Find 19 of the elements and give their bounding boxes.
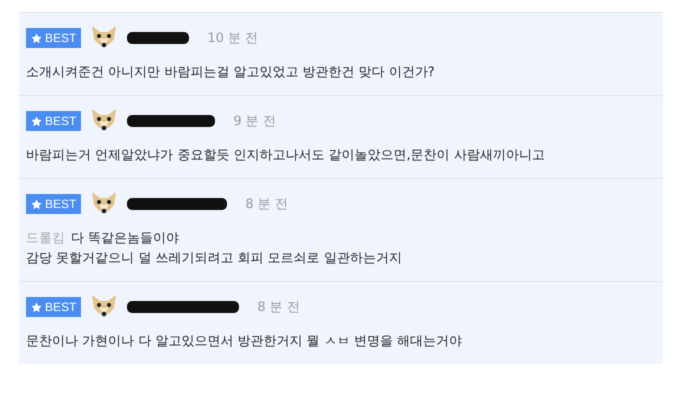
best-badge: BEST — [26, 297, 82, 317]
comment-text: 바람피는거 언제알았냐가 중요할듯 인지하고나서도 같이놀았으면,문찬이 사람새끼아니고 — [26, 148, 545, 163]
comment-time: 10 분 전 — [207, 30, 258, 47]
comment-time: 9 분 전 — [233, 113, 276, 130]
star-icon — [31, 302, 42, 312]
best-badge: BEST — [26, 111, 82, 131]
star-icon — [31, 116, 42, 126]
redaction-mark — [127, 32, 190, 44]
best-badge: BEST — [26, 194, 82, 214]
comment-time: 8 분 전 — [257, 299, 300, 316]
comment-text: 소개시켜준건 아니지만 바람피는걸 알고있었고 방관한건 맞다 이건가? — [26, 65, 435, 80]
comment-text: 문찬이나 가현이나 다 알고있으면서 방관한거지 뭘 ㅅㅂ 변명을 해대는거야 — [26, 334, 462, 349]
best-badge: BEST — [26, 28, 82, 48]
star-icon — [31, 32, 42, 44]
mention-link[interactable]: 드롤킴 — [26, 231, 65, 246]
star-icon — [31, 198, 42, 210]
comment-text: 감당 못할거같으니 덜 쓰레기되려고 회피 모르쇠로 일관하는거지 — [26, 251, 402, 266]
comment-text: 다 똑같은놈들이야 — [71, 231, 180, 246]
comment-time: 8 분 전 — [245, 196, 288, 213]
